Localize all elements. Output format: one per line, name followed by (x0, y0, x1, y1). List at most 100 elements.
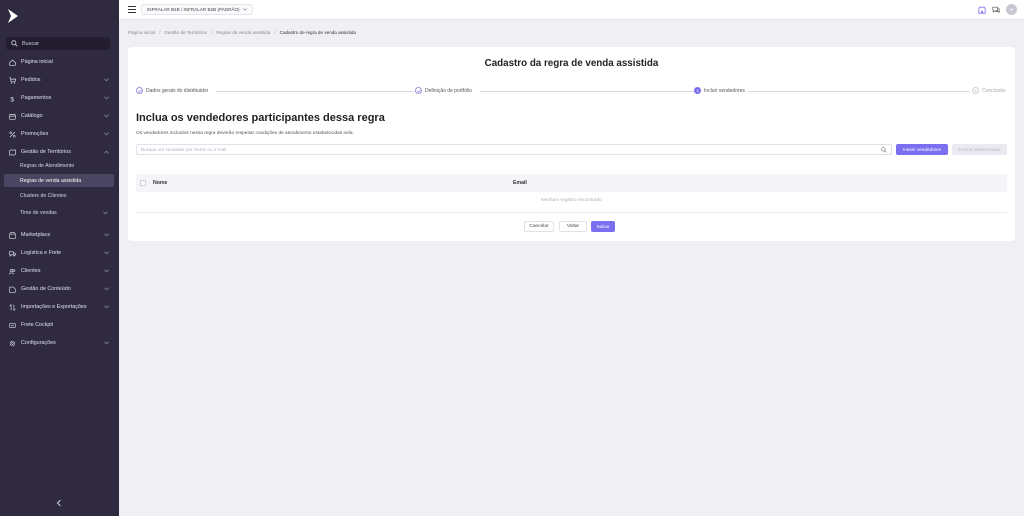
sidebar-item-importacoes-e-exportacoes[interactable]: Importações e Exportações (0, 300, 119, 314)
organization-label: INFRALAR B2B / INFRALAR B2B (PADRÃO) (147, 7, 240, 12)
gear-icon (9, 340, 16, 347)
sidebar-search[interactable]: Buscar (6, 37, 110, 50)
stepper-connector (480, 91, 694, 92)
brand-logo-icon[interactable] (6, 8, 20, 24)
breadcrumb-separator: / (210, 30, 213, 35)
truck-icon (9, 250, 16, 257)
store-icon[interactable] (978, 6, 986, 14)
search-icon[interactable] (881, 147, 887, 153)
check-icon (415, 87, 422, 94)
sidebar-item-promocoes[interactable]: Promoções (0, 127, 119, 141)
sidebar-item-label: Gestão de Conteúdo (21, 286, 71, 292)
svg-text:$: $ (10, 96, 14, 102)
users-icon (9, 268, 16, 275)
step-number: 4 (972, 87, 979, 94)
page-title: Cadastro da regra de venda assistida (484, 58, 659, 69)
sidebar-subitem-regras-de-venda-assistida[interactable]: Regras de venda assistida (4, 174, 114, 187)
chat-icon[interactable] (992, 6, 1000, 14)
sidebar-item-label: Clientes (21, 268, 41, 274)
topbar-actions: IS (978, 4, 1017, 15)
sidebar-item-pagina-inicial[interactable]: Página inicial (0, 55, 119, 69)
step-label: Conclusão (982, 87, 1006, 94)
column-header-nome[interactable]: Nome (153, 180, 167, 186)
section-title: Inclua os vendedores participantes dessa… (136, 112, 385, 124)
chevron-down-icon (104, 132, 109, 136)
sidebar-item-gestao-de-territorios[interactable]: Gestão de Territórios (0, 145, 119, 159)
step-definicao-portfolio: Definição de portfólio (415, 87, 475, 94)
sidebar-subitem-time-de-vendas[interactable]: Time de vendas (4, 206, 114, 219)
import-export-icon (9, 303, 16, 311)
chevron-down-icon (242, 8, 247, 11)
chevron-down-icon (104, 287, 109, 291)
step-incluir-vendedores: 3 Incluir vendedores (694, 87, 748, 94)
cart-icon (9, 76, 16, 84)
organization-selector[interactable]: INFRALAR B2B / INFRALAR B2B (PADRÃO) (141, 4, 253, 15)
sidebar-item-catalogo[interactable]: Catálogo (0, 109, 119, 123)
breadcrumb-link[interactable]: Página inicial (128, 30, 155, 35)
sidebar-item-pagamentos[interactable]: $ Pagamentos (0, 91, 119, 105)
seller-search-field (136, 144, 892, 155)
sidebar-item-gestao-de-conteudo[interactable]: Gestão de Conteúdo (0, 282, 119, 296)
stepper-connector (748, 91, 970, 92)
section-description: Os vendedores incluídos nessa regra deve… (136, 131, 354, 136)
sidebar-item-logistica-e-frete[interactable]: Logística e Frete (0, 246, 119, 260)
sidebar-item-label: Pedidos (21, 77, 41, 83)
sidebar-subitem-label: Regras de venda assistida (20, 177, 82, 184)
sidebar-item-label: Pagamentos (21, 95, 52, 101)
sidebar-item-label: Configurações (21, 340, 56, 346)
marketplace-icon (9, 231, 16, 239)
breadcrumb-separator: / (274, 30, 276, 35)
hamburger-menu-icon[interactable] (128, 6, 136, 13)
sidebar-subitem-label: Clusters de Clientes (20, 192, 67, 199)
avatar-initials: IS (1009, 7, 1014, 12)
step-conclusao: 4 Conclusão (972, 87, 1009, 94)
step-label: Incluir vendedores (704, 87, 745, 94)
sidebar-item-frete-cockpit[interactable]: Frete Cockpit (0, 318, 119, 332)
collapse-sidebar-icon[interactable] (56, 499, 62, 507)
sidebar-item-pedidos[interactable]: Pedidos (0, 73, 119, 87)
save-button[interactable]: Salvar (591, 221, 615, 232)
check-icon (136, 87, 143, 94)
sidebar-subitem-regras-de-atendimento[interactable]: Regras de Atendimento (4, 159, 114, 172)
step-number: 3 (694, 87, 701, 94)
back-button[interactable]: Voltar (559, 221, 587, 232)
table-divider (136, 212, 1007, 213)
home-icon (9, 59, 16, 66)
percent-icon (9, 131, 16, 138)
sidebar-item-marketplace[interactable]: Marketplace (0, 228, 119, 242)
sidebar-item-label: Catálogo (21, 113, 43, 119)
sidebar-item-configuracoes[interactable]: Configurações (0, 336, 119, 350)
select-all-checkbox[interactable] (140, 180, 146, 186)
step-label: Dados gerais do distribuidor (146, 87, 209, 94)
chevron-down-icon (104, 96, 109, 100)
catalog-icon (9, 113, 16, 120)
sidebar-item-label: Página inicial (21, 59, 53, 65)
chevron-down-icon (104, 78, 109, 82)
chevron-down-icon (104, 233, 109, 237)
dollar-icon: $ (9, 95, 16, 102)
stepper-connector (216, 91, 414, 92)
territory-icon (9, 148, 16, 156)
breadcrumb-link[interactable]: Gestão de Territórios (164, 30, 207, 35)
sidebar-subitem-label: Regras de Atendimento (20, 162, 75, 169)
search-icon (11, 40, 18, 47)
sidebar-search-label: Buscar (22, 40, 40, 47)
cancel-button[interactable]: Cancelar (524, 221, 554, 232)
insert-sellers-button[interactable]: Inserir vendedores (896, 144, 948, 155)
remove-selected-button[interactable]: Excluir selecionados (952, 144, 1007, 155)
table-empty-message: Nenhum registro encontrado (541, 198, 602, 203)
avatar[interactable]: IS (1006, 4, 1017, 15)
column-header-email[interactable]: Email (513, 180, 527, 186)
sidebar-item-label: Promoções (21, 131, 49, 137)
sidebar-item-clientes[interactable]: Clientes (0, 264, 119, 278)
form-card: Cadastro da regra de venda assistida Dad… (128, 47, 1015, 241)
sidebar-subitem-clusters-de-clientes[interactable]: Clusters de Clientes (4, 189, 114, 202)
sidebar-item-label: Importações e Exportações (21, 304, 87, 310)
breadcrumb-link[interactable]: Regras de venda assistida (216, 30, 270, 35)
step-dados-gerais: Dados gerais do distribuidor (136, 87, 212, 94)
chevron-down-icon (104, 341, 109, 345)
sidebar-item-label: Gestão de Territórios (21, 149, 71, 155)
sidebar-item-label: Frete Cockpit (21, 322, 54, 328)
seller-search-input[interactable] (141, 147, 871, 152)
chevron-down-icon (104, 305, 109, 309)
